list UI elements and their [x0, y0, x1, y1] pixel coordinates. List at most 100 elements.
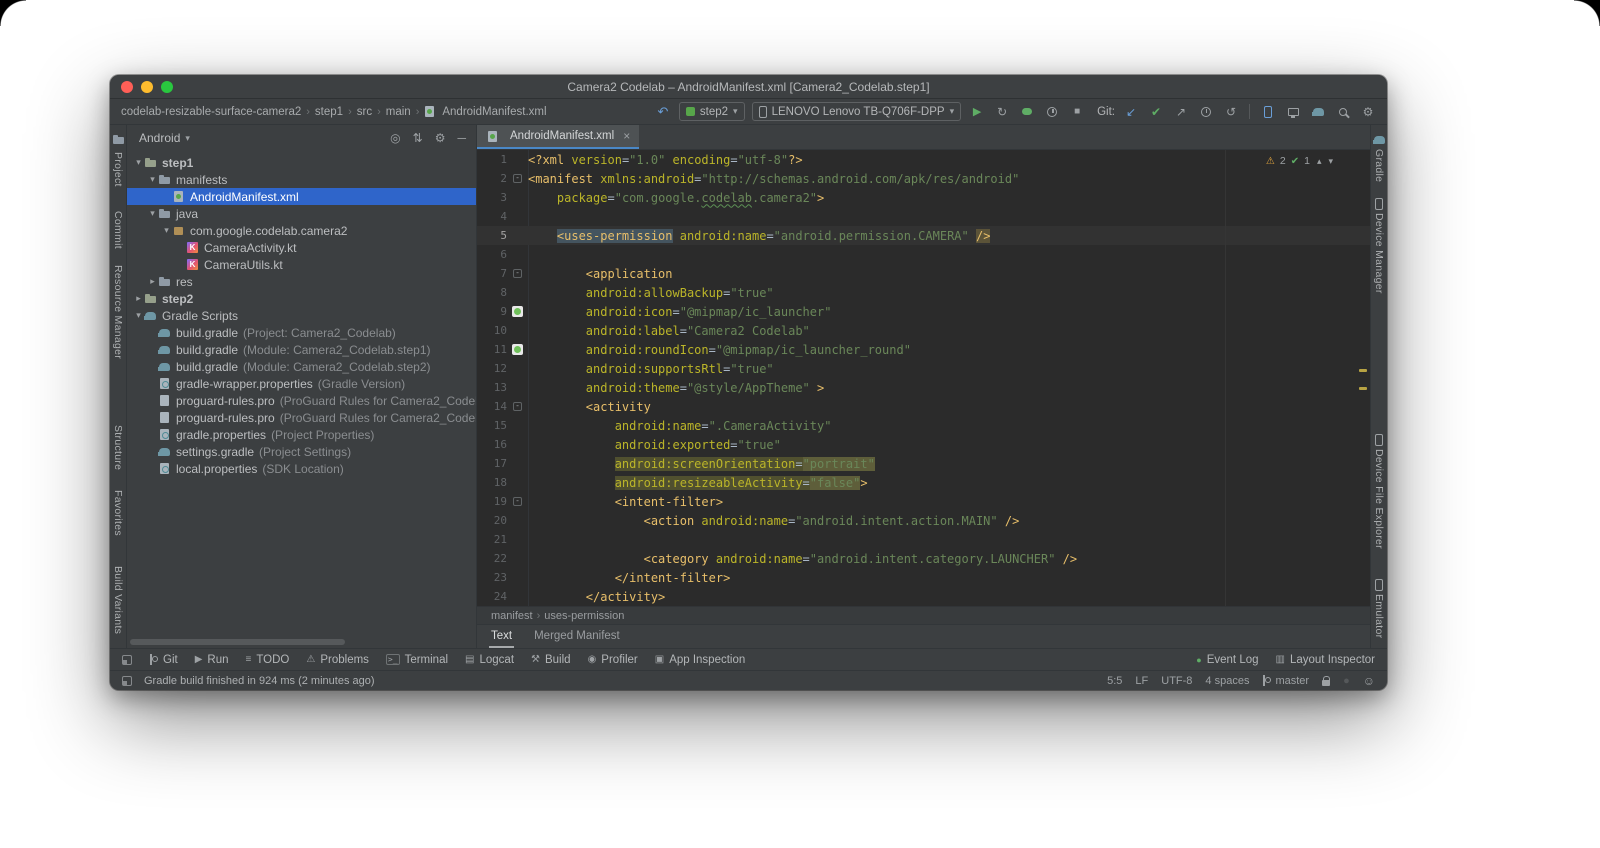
git-push-button[interactable]: ↗	[1172, 103, 1190, 121]
editor-tab[interactable]: AndroidManifest.xml ×	[477, 125, 640, 149]
notifications-icon[interactable]: ●	[1343, 675, 1350, 687]
tool-button-device-manager[interactable]: Device Manager	[1373, 213, 1385, 294]
breadcrumb-item[interactable]: step1	[315, 106, 343, 118]
lock-icon[interactable]	[1322, 675, 1331, 686]
run-button[interactable]: ▶	[968, 103, 986, 121]
tab-text[interactable]: Text	[489, 625, 515, 648]
stop-button[interactable]: ■	[1068, 103, 1086, 121]
line-ending[interactable]: LF	[1135, 675, 1148, 687]
git-branch-widget[interactable]: master	[1262, 675, 1309, 687]
git-commit-button[interactable]: ✔	[1147, 103, 1165, 121]
toolwin-build[interactable]: ⚒ Build	[531, 654, 571, 666]
device-mirror-button[interactable]	[1284, 103, 1302, 121]
tree-item[interactable]: ▸ step2	[127, 290, 476, 307]
code-line[interactable]: 19- <intent-filter>	[477, 492, 1370, 511]
tree-item[interactable]: build.gradle (Module: Camera2_Codelab.ste…	[127, 358, 476, 375]
file-encoding[interactable]: UTF-8	[1161, 675, 1192, 687]
code-line[interactable]: 21	[477, 530, 1370, 549]
tool-button-favorites[interactable]: Favorites	[112, 490, 124, 536]
toolwin-event-log[interactable]: ● Event Log	[1196, 654, 1258, 666]
toolwin-todo[interactable]: ≡ TODO	[246, 654, 290, 666]
toolwindow-toggle-icon[interactable]	[122, 675, 132, 686]
window-titlebar[interactable]: Camera2 Codelab – AndroidManifest.xml [C…	[110, 75, 1387, 99]
toolwin-logcat[interactable]: ▤ Logcat	[465, 654, 514, 666]
debug-button[interactable]	[1018, 103, 1036, 121]
tree-item[interactable]: proguard-rules.pro (ProGuard Rules for Ca…	[127, 409, 476, 426]
indent-setting[interactable]: 4 spaces	[1205, 675, 1249, 687]
code-editor[interactable]: 1 <?xml version="1.0" encoding="utf-8"?> 2…	[477, 150, 1370, 606]
tree-item[interactable]: ▾ step1	[127, 154, 476, 171]
chevron-down-icon[interactable]: ▾	[133, 310, 144, 321]
tree-item[interactable]: ▾ java	[127, 205, 476, 222]
fold-icon[interactable]: -	[513, 497, 522, 506]
code-line[interactable]: 9 android:icon="@mipmap/ic_launcher"	[477, 302, 1370, 321]
code-line[interactable]: 10 android:label="Camera2 Codelab"	[477, 321, 1370, 340]
toolwin-app-inspection[interactable]: ▣ App Inspection	[655, 654, 746, 666]
chevron-right-icon[interactable]: ▸	[133, 293, 144, 304]
tree-item[interactable]: settings.gradle (Project Settings)	[127, 443, 476, 460]
tree-item[interactable]: AndroidManifest.xml	[127, 188, 476, 205]
emulator-stripe-icon[interactable]	[1375, 578, 1383, 591]
chevron-down-icon[interactable]: ▾	[147, 208, 158, 219]
tree-item[interactable]: proguard-rules.pro (ProGuard Rules for Ca…	[127, 392, 476, 409]
tab-merged-manifest[interactable]: Merged Manifest	[532, 625, 622, 648]
toolwin-problems[interactable]: ⚠ Problems	[306, 654, 369, 666]
code-line[interactable]: 1 <?xml version="1.0" encoding="utf-8"?>	[477, 150, 1370, 169]
code-line[interactable]: 20 <action android:name="android.intent.…	[477, 511, 1370, 530]
code-line[interactable]: 11 android:roundIcon="@mipmap/ic_launche…	[477, 340, 1370, 359]
tool-button-gradle[interactable]: Gradle	[1373, 149, 1385, 182]
code-line[interactable]: 17 android:screenOrientation="portrait"	[477, 454, 1370, 473]
zoom-window-button[interactable]	[161, 80, 173, 93]
tree-item[interactable]: local.properties (SDK Location)	[127, 460, 476, 477]
tree-item[interactable]: ▾ com.google.codelab.camera2	[127, 222, 476, 239]
tool-button-emulator[interactable]: Emulator	[1373, 594, 1385, 638]
profiler-button[interactable]	[1043, 103, 1061, 121]
next-issue-button[interactable]: ▾	[1328, 156, 1333, 167]
horizontal-scrollbar[interactable]	[130, 639, 345, 645]
toolwin-layout-inspector[interactable]: ▥ Layout Inspector	[1276, 654, 1375, 666]
hide-panel-button[interactable]: ─	[457, 131, 466, 145]
breadcrumb-item[interactable]: main	[386, 106, 411, 118]
device-file-explorer-stripe-icon[interactable]	[1375, 433, 1383, 446]
git-history-button[interactable]	[1197, 103, 1215, 121]
search-everywhere-button[interactable]	[1334, 103, 1352, 121]
code-line[interactable]: 13 android:theme="@style/AppTheme" >	[477, 378, 1370, 397]
close-icon[interactable]: ×	[623, 129, 630, 143]
code-line[interactable]: 22 <category android:name="android.inten…	[477, 549, 1370, 568]
fold-icon[interactable]: -	[513, 174, 522, 183]
tree-item[interactable]: gradle-wrapper.properties (Gradle Version…	[127, 375, 476, 392]
code-line[interactable]: 24 </activity>	[477, 587, 1370, 606]
tree-item[interactable]: ▾ Gradle Scripts	[127, 307, 476, 324]
project-view-selector[interactable]: Android	[139, 131, 180, 145]
feedback-smiley-icon[interactable]: ☺	[1363, 674, 1375, 688]
device-select[interactable]: LENOVO Lenovo TB-Q706F-DPP ▾	[751, 102, 962, 121]
apply-changes-button[interactable]: ↻	[993, 103, 1011, 121]
breadcrumb-item[interactable]: uses-permission	[544, 610, 624, 622]
tool-button-project[interactable]: Project	[112, 152, 124, 187]
tree-item[interactable]: ▾ manifests	[127, 171, 476, 188]
status-message[interactable]: Gradle build finished in 924 ms (2 minut…	[144, 675, 375, 687]
git-update-button[interactable]: ↙	[1122, 103, 1140, 121]
code-line[interactable]: 15 android:name=".CameraActivity"	[477, 416, 1370, 435]
tool-button-resource-manager[interactable]: Resource Manager	[112, 265, 124, 359]
minimize-window-button[interactable]	[141, 80, 153, 93]
breadcrumb-item[interactable]: AndroidManifest.xml	[442, 106, 546, 118]
code-line[interactable]: 23 </intent-filter>	[477, 568, 1370, 587]
tool-button-build-variants[interactable]: Build Variants	[112, 566, 124, 634]
prev-issue-button[interactable]: ▴	[1317, 156, 1322, 167]
chevron-right-icon[interactable]: ▸	[147, 276, 158, 287]
code-line[interactable]: 14- <activity	[477, 397, 1370, 416]
tree-item[interactable]: CameraActivity.kt	[127, 239, 476, 256]
tool-button-commit[interactable]: Commit	[112, 211, 124, 249]
tree-item[interactable]: gradle.properties (Project Properties)	[127, 426, 476, 443]
back-arrow-icon[interactable]: ↶	[654, 103, 672, 121]
code-line[interactable]: 16 android:exported="true"	[477, 435, 1370, 454]
panel-settings-button[interactable]: ⚙	[435, 131, 446, 145]
code-line[interactable]: 12 android:supportsRtl="true"	[477, 359, 1370, 378]
project-stripe-icon[interactable]	[112, 133, 125, 146]
toolwin-profiler[interactable]: ◉ Profiler	[588, 654, 638, 666]
run-config-select[interactable]: step2 ▾	[678, 102, 745, 121]
code-line[interactable]: 4	[477, 207, 1370, 226]
fold-icon[interactable]: -	[513, 269, 522, 278]
settings-button[interactable]: ⚙	[1359, 103, 1377, 121]
